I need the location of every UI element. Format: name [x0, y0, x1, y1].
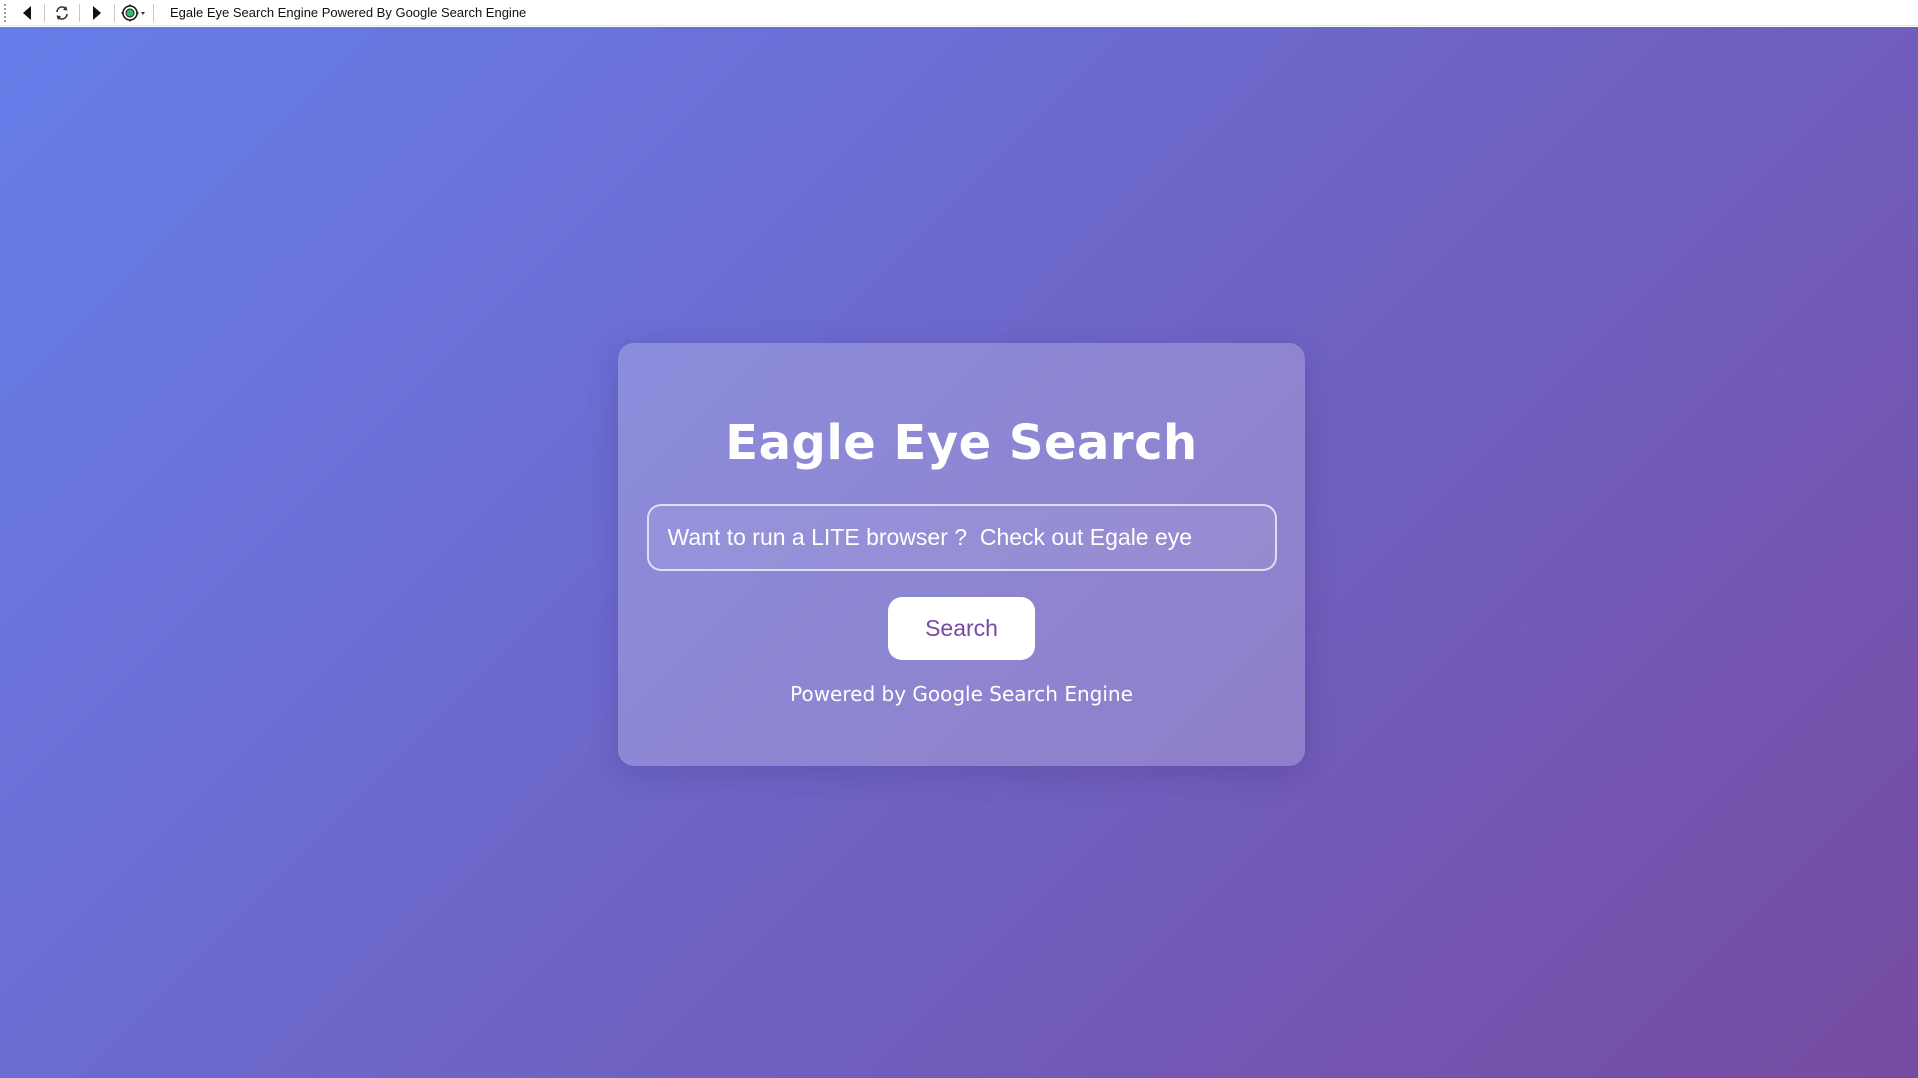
browser-window: Egale Eye Search Engine Powered By Googl… — [0, 0, 1918, 1078]
search-button[interactable]: Search — [888, 597, 1035, 660]
toolbar-separator — [153, 3, 154, 22]
powered-by-text: Powered by Google Search Engine — [790, 682, 1133, 706]
window-title: Egale Eye Search Engine Powered By Googl… — [170, 5, 527, 20]
toolbar-separator — [44, 3, 45, 22]
search-input[interactable] — [646, 504, 1277, 571]
page-background: Eagle Eye Search Search Powered by Googl… — [0, 27, 1918, 1078]
forward-arrow-icon — [90, 5, 104, 21]
back-button[interactable] — [14, 2, 40, 24]
forward-button[interactable] — [84, 2, 110, 24]
refresh-button[interactable] — [49, 2, 75, 24]
settings-dropdown-button[interactable] — [119, 2, 149, 24]
refresh-icon — [54, 5, 70, 21]
toolbar-separator — [114, 3, 115, 22]
browser-toolbar: Egale Eye Search Engine Powered By Googl… — [0, 0, 1918, 26]
toolbar-separator — [79, 3, 80, 22]
toolbar-grip — [4, 3, 8, 22]
page-title: Eagle Eye Search — [725, 415, 1198, 471]
search-card: Eagle Eye Search Search Powered by Googl… — [618, 343, 1305, 766]
back-arrow-icon — [20, 5, 34, 21]
gear-dropdown-icon — [121, 4, 147, 22]
